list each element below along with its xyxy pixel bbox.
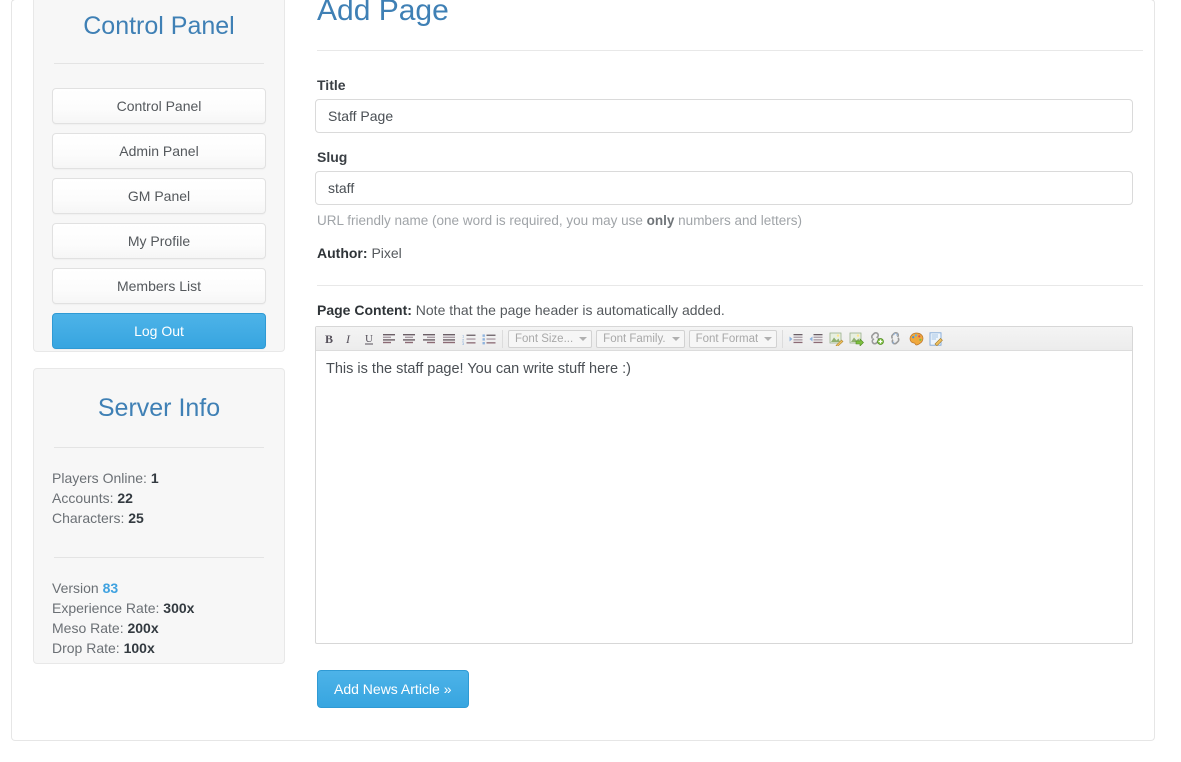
- control-panel-box: Control Panel Control Panel Admin Panel …: [33, 0, 285, 352]
- server-stats-group: Players Online: 1 Accounts: 22 Character…: [52, 448, 266, 528]
- svg-text:B: B: [325, 332, 333, 346]
- sidebar-item-log-out[interactable]: Log Out: [52, 312, 266, 349]
- chevron-down-icon: [579, 336, 588, 341]
- chevron-down-icon: [764, 336, 773, 341]
- accounts-value: 22: [117, 489, 133, 506]
- title-input[interactable]: [315, 99, 1133, 133]
- meso-rate-label: Meso Rate:: [52, 619, 124, 636]
- slug-help-text: URL friendly name (one word is required,…: [317, 212, 1145, 230]
- unordered-list-icon[interactable]: [479, 329, 499, 349]
- accounts-row: Accounts: 22: [52, 488, 266, 508]
- chevron-down-icon: [671, 336, 680, 341]
- experience-rate-value: 300x: [163, 599, 195, 616]
- experience-rate-label: Experience Rate:: [52, 599, 160, 616]
- italic-icon[interactable]: I: [339, 329, 359, 349]
- server-info-box: Server Info Players Online: 1 Accounts: …: [33, 368, 285, 664]
- slug-field-label: Slug: [317, 149, 348, 165]
- sidebar: Control Panel Control Panel Admin Panel …: [33, 0, 285, 664]
- slug-input[interactable]: [315, 171, 1133, 205]
- font-format-select-label: Font Format: [695, 332, 759, 345]
- slug-help-prefix: URL friendly name (one word is required,…: [317, 213, 647, 228]
- server-rates-group: Version 83 Experience Rate: 300x Meso Ra…: [52, 558, 266, 658]
- bold-icon[interactable]: B: [319, 329, 339, 349]
- version-value: 83: [102, 579, 119, 596]
- toolbar-divider-2: [782, 329, 784, 348]
- font-format-select[interactable]: Font Format: [688, 329, 778, 348]
- meso-rate-value: 200x: [127, 619, 159, 636]
- editor-content-area[interactable]: This is the staff page! You can write st…: [316, 351, 1132, 643]
- server-info-title: Server Info: [97, 394, 221, 422]
- toolbar-divider-1: [502, 329, 503, 348]
- font-size-select-label: Font Size...: [515, 332, 574, 345]
- players-online-value: 1: [150, 469, 159, 486]
- font-size-select[interactable]: Font Size...: [508, 329, 593, 348]
- svg-text:3: 3: [462, 341, 465, 345]
- page-content-note: Note that the page header is automatical…: [415, 302, 725, 318]
- server-info-spacer: [52, 528, 266, 557]
- page-container: Control Panel Control Panel Admin Panel …: [11, 0, 1155, 741]
- align-right-icon[interactable]: [419, 329, 439, 349]
- sidebar-item-my-profile[interactable]: My Profile: [52, 222, 266, 259]
- control-panel-button-stack: Control Panel Admin Panel GM Panel My Pr…: [52, 64, 266, 349]
- drop-rate-row: Drop Rate: 100x: [52, 638, 266, 658]
- rich-text-editor: B I U 1 2 3 Font Size... Font Family. Fo…: [315, 326, 1133, 644]
- add-news-article-button[interactable]: Add News Article »: [317, 670, 469, 708]
- meso-rate-row: Meso Rate: 200x: [52, 618, 266, 638]
- drop-rate-value: 100x: [123, 639, 155, 656]
- players-online-row: Players Online: 1: [52, 468, 266, 488]
- page-content-label: Page Content:: [317, 302, 412, 318]
- version-row: Version 83: [52, 578, 266, 598]
- svg-text:U: U: [365, 333, 373, 345]
- text-color-icon[interactable]: [906, 329, 926, 349]
- page-title-rule: [317, 50, 1143, 51]
- edit-source-icon[interactable]: [926, 329, 946, 349]
- underline-icon[interactable]: U: [359, 329, 379, 349]
- sidebar-item-gm-panel[interactable]: GM Panel: [52, 177, 266, 214]
- author-value: Pixel: [371, 245, 402, 261]
- font-family-select[interactable]: Font Family.: [596, 329, 685, 348]
- characters-value: 25: [128, 509, 144, 526]
- author-rule: [317, 285, 1143, 286]
- ordered-list-icon[interactable]: 1 2 3: [459, 329, 479, 349]
- slug-help-suffix: numbers and letters): [674, 213, 802, 228]
- align-left-icon[interactable]: [379, 329, 399, 349]
- unlink-icon[interactable]: [886, 329, 906, 349]
- accounts-label: Accounts:: [52, 489, 114, 506]
- page-content-label-row: Page Content: Note that the page header …: [317, 302, 1145, 318]
- experience-rate-row: Experience Rate: 300x: [52, 598, 266, 618]
- outdent-icon[interactable]: [786, 329, 806, 349]
- control-panel-title: Control Panel: [83, 12, 235, 40]
- players-online-label: Players Online:: [52, 469, 147, 486]
- characters-label: Characters:: [52, 509, 125, 526]
- characters-row: Characters: 25: [52, 508, 266, 528]
- author-row: Author: Pixel: [317, 245, 1145, 261]
- slug-help-bold: only: [646, 213, 675, 228]
- drop-rate-label: Drop Rate:: [52, 639, 120, 656]
- edit-image-icon[interactable]: [826, 329, 846, 349]
- title-field-label: Title: [317, 77, 346, 93]
- align-center-icon[interactable]: [399, 329, 419, 349]
- align-justify-icon[interactable]: [439, 329, 459, 349]
- page-title: Add Page: [317, 0, 449, 27]
- insert-image-icon[interactable]: [846, 329, 866, 349]
- version-label: Version: [52, 579, 99, 596]
- author-label: Author:: [317, 245, 368, 261]
- svg-text:I: I: [345, 332, 351, 346]
- indent-icon[interactable]: [806, 329, 826, 349]
- sidebar-item-admin-panel[interactable]: Admin Panel: [52, 132, 266, 169]
- sidebar-item-control-panel[interactable]: Control Panel: [52, 87, 266, 124]
- sidebar-item-members-list[interactable]: Members List: [52, 267, 266, 304]
- insert-link-icon[interactable]: [866, 329, 886, 349]
- main-content: Add Page Title Slug URL friendly name (o…: [315, 0, 1145, 708]
- editor-toolbar: B I U 1 2 3 Font Size... Font Family. Fo…: [316, 327, 1132, 351]
- font-family-select-label: Font Family.: [603, 332, 666, 345]
